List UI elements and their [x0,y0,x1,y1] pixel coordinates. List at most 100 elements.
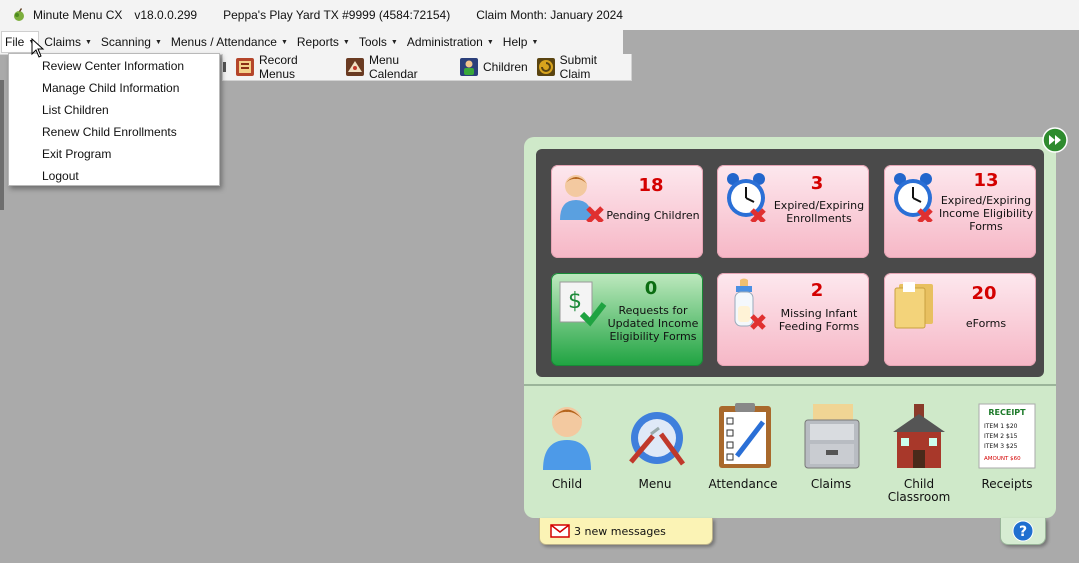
dollar-document-check-icon: $ [559,281,607,327]
menu-item-renew-child-enrollments[interactable]: Renew Child Enrollments [9,124,219,146]
menu-item-manage-child-information[interactable]: Manage Child Information [9,80,219,102]
children-icon [459,58,478,76]
caret-down-icon: ▼ [486,38,494,46]
alert-label: Pending Children [606,209,700,222]
nav-receipts[interactable]: RECEIPT ITEM 1 $20 ITEM 2 $15 ITEM 3 $25… [972,402,1042,491]
menu-scanning[interactable]: Scanning ▼ [97,31,166,53]
question-mark-icon: ? [1012,520,1034,542]
file-menu-dropdown: Review Center Information Manage Child I… [8,53,220,186]
receipt-icon-line: ITEM 1 $20 [984,423,1018,430]
fast-forward-icon[interactable] [1042,127,1068,153]
app-version: v18.0.0.299 [134,8,198,22]
nav-attendance-label: Attendance [708,477,778,491]
nav-claims-label: Claims [810,477,852,491]
caret-down-icon: ▼ [342,38,350,46]
alert-count: 18 [638,175,664,196]
svg-text:$: $ [568,289,582,314]
receipt-icon-total: AMOUNT $60 [984,456,1021,462]
alert-label: eForms [965,317,1007,330]
nav-attendance[interactable]: Attendance [708,402,778,491]
alert-count: 20 [971,283,997,304]
menu-tools[interactable]: Tools ▼ [355,31,402,53]
file-cabinet-icon [804,404,860,469]
caret-down-icon: ▼ [390,38,398,46]
menu-administration-label: Administration [406,35,483,49]
menu-administration[interactable]: Administration ▼ [403,31,498,53]
menu-help-label: Help [502,35,528,49]
alert-count: 13 [973,170,999,191]
receipt-icon-title: RECEIPT [988,408,1026,417]
alert-label: Expired/Expiring Enrollments [773,199,865,225]
alert-label: Requests for Updated Income Eligibility … [607,304,699,343]
claim-month: Claim Month: January 2024 [476,8,623,22]
envelope-icon [550,524,570,538]
record-menus-icon [235,58,254,76]
alert-card-income-form-requests[interactable]: $ 0 Requests for Updated Income Eligibil… [551,273,703,366]
menu-help[interactable]: Help ▼ [499,31,543,53]
submit-claim-button[interactable]: Submit Claim [536,53,631,81]
alert-count: 2 [810,280,824,301]
nav-child[interactable]: Child [532,402,602,491]
help-tab[interactable]: ? [1000,518,1046,545]
menu-tools-label: Tools [358,35,387,49]
menu-reports[interactable]: Reports ▼ [293,31,354,53]
caret-down-icon: ▼ [84,38,92,46]
menu-calendar-icon [345,58,364,76]
baby-bottle-icon [734,278,766,330]
alert-card-eforms[interactable]: 20 eForms [884,273,1036,366]
toolbar-partial-icon [223,62,226,72]
menu-scanning-label: Scanning [100,35,151,49]
nav-claims[interactable]: Claims [796,402,866,491]
menu-claims[interactable]: Claims ▼ [40,31,96,53]
submit-claim-label: Submit Claim [559,53,598,81]
receipt-icon-line: ITEM 2 $15 [984,433,1018,440]
nav-child-classroom[interactable]: Child Classroom [884,402,954,504]
dashboard-divider [524,384,1056,386]
caret-down-icon: ▼ [154,38,162,46]
folder-icon [894,282,933,329]
children-label: Children [482,60,528,74]
caret-down-icon: ▼ [531,38,539,46]
child-icon [543,407,591,470]
menu-file-label: File [5,35,25,49]
nav-child-label: Child [551,477,583,491]
menu-item-list-children[interactable]: List Children [9,102,219,124]
menu-calendar-button[interactable]: Menu Calendar [345,53,451,81]
alert-card-infant-feeding-forms[interactable]: 2 Missing Infant Feeding Forms [717,273,869,366]
center-name: Peppa's Play Yard TX #9999 (4584:72154) [223,8,451,22]
menu-claims-label: Claims [44,35,81,49]
mouse-cursor-icon [31,38,45,58]
nav-menu-label: Menu [638,477,672,491]
children-button[interactable]: Children [459,57,528,77]
caret-down-icon: ▼ [280,38,288,46]
quick-toolbar: Record Menus Menu Calendar Children Subm… [222,53,632,81]
menu-menus-attendance[interactable]: Menus / Attendance ▼ [167,31,292,53]
menu-item-review-center-information[interactable]: Review Center Information [9,58,219,80]
alarm-clock-icon [727,173,766,222]
messages-tab[interactable]: 3 new messages [539,518,713,545]
menu-menus-attendance-label: Menus / Attendance [170,35,277,49]
menu-reports-label: Reports [296,35,339,49]
menu-item-exit-program[interactable]: Exit Program [9,146,219,168]
nav-menu[interactable]: Menu [620,402,690,491]
nav-receipts-label: Receipts [981,477,1033,491]
schoolhouse-icon [893,404,945,468]
receipt-icon-line: ITEM 3 $25 [984,443,1018,450]
alert-card-expiring-enrollments[interactable]: 3 Expired/Expiring Enrollments [717,165,869,258]
submit-claim-icon [536,58,555,76]
alert-card-expiring-income-forms[interactable]: 13 Expired/Expiring Income Eligibility F… [884,165,1036,258]
menu-bar: File▼ Claims▼ Scanning▼ Menus / Attendan… [0,30,623,55]
record-menus-button[interactable]: Record Menus [235,53,337,81]
pending-child-icon [560,175,604,222]
alert-count: 3 [810,173,824,194]
app-logo-icon [14,8,24,21]
title-bar: Minute Menu CX v18.0.0.299 Peppa's Play … [0,0,1079,30]
alert-count: 0 [644,278,658,299]
svg-text:?: ? [1019,524,1027,540]
alert-card-pending-children[interactable]: 18 Pending Children [551,165,703,258]
app-name: Minute Menu CX [33,8,123,22]
clipboard-checklist-icon [719,403,771,468]
menu-item-logout[interactable]: Logout [9,168,219,190]
plate-fork-knife-icon [629,412,685,466]
alarm-clock-icon [894,173,933,222]
